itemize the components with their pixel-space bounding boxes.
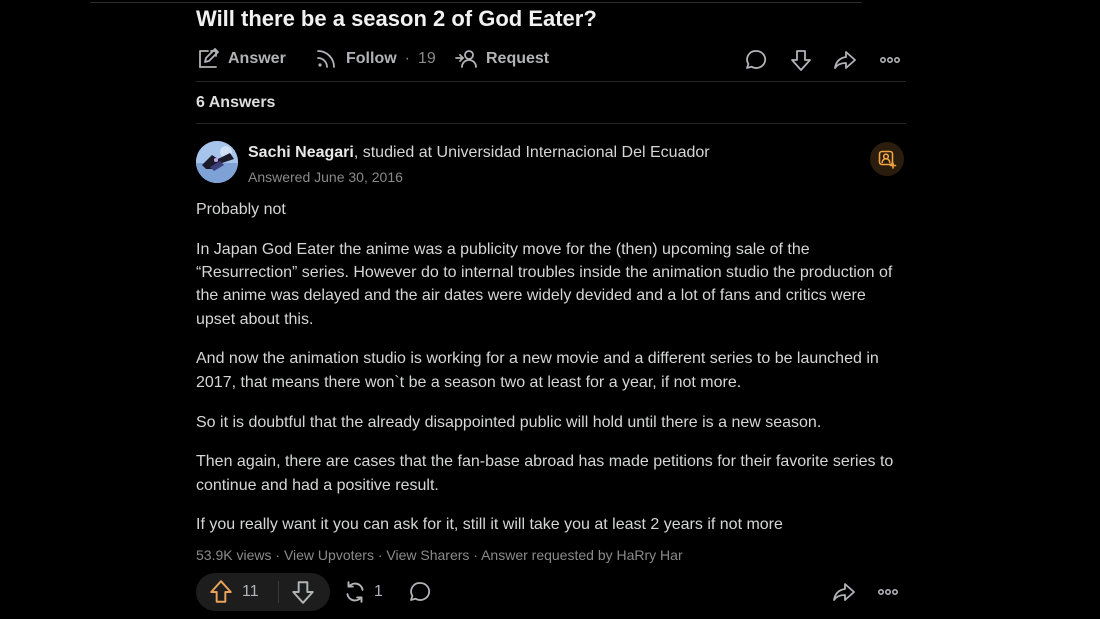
follow-count: 19 bbox=[417, 50, 436, 67]
answer-more-button[interactable] bbox=[874, 578, 902, 606]
top-divider bbox=[90, 2, 862, 3]
answer-requested-by[interactable]: Answer requested by HaRry Har bbox=[481, 547, 683, 563]
answer-stats: 53.9K views · View Upvoters · View Share… bbox=[196, 547, 683, 563]
comment-icon bbox=[744, 48, 768, 72]
vote-pill: 11 bbox=[196, 573, 330, 611]
answer-paragraph: In Japan God Eater the anime was a publi… bbox=[196, 240, 893, 328]
view-sharers-link[interactable]: View Sharers bbox=[386, 547, 469, 563]
downvote-question-button[interactable] bbox=[787, 46, 815, 74]
answered-date[interactable]: Answered June 30, 2016 bbox=[248, 169, 403, 185]
share-forward-icon bbox=[833, 48, 857, 72]
upvote-button[interactable]: 11 bbox=[208, 578, 259, 606]
answers-count: 6 Answers bbox=[196, 94, 276, 111]
follow-label: Follow bbox=[346, 50, 397, 67]
stats-separator: · bbox=[271, 547, 284, 563]
comment-icon bbox=[408, 580, 432, 604]
downvote-button[interactable] bbox=[290, 578, 316, 606]
downvote-arrow-icon bbox=[290, 579, 316, 605]
share-forward-icon bbox=[832, 580, 856, 604]
follow-button[interactable]: Follow · 19 bbox=[314, 44, 436, 74]
answer-paragraph: And now the animation studio is working … bbox=[196, 350, 879, 391]
question-title[interactable]: Will there be a season 2 of God Eater? bbox=[196, 6, 597, 32]
answer-button[interactable]: Answer bbox=[196, 44, 286, 74]
comment-button[interactable] bbox=[742, 46, 770, 74]
upvote-arrow-icon bbox=[208, 579, 234, 605]
answer-comment-button[interactable] bbox=[406, 578, 434, 606]
upvote-count: 11 bbox=[242, 583, 259, 600]
answer-paragraph: Then again, there are cases that the fan… bbox=[196, 453, 894, 494]
follow-separator: · bbox=[404, 50, 410, 67]
more-dots-icon bbox=[876, 580, 900, 604]
avatar[interactable] bbox=[196, 141, 238, 183]
views-count[interactable]: 53.9K views bbox=[196, 547, 271, 563]
divider bbox=[196, 123, 906, 124]
reshare-icon bbox=[342, 579, 368, 605]
more-dots-icon bbox=[878, 48, 902, 72]
request-button[interactable]: Request bbox=[454, 44, 549, 74]
stats-separator: · bbox=[373, 547, 387, 563]
reshare-button[interactable]: 1 bbox=[342, 578, 383, 606]
request-label: Request bbox=[486, 50, 550, 67]
answer-paragraph: So it is doubtful that the already disap… bbox=[196, 413, 822, 431]
answer-requested-badge[interactable] bbox=[870, 142, 904, 176]
downvote-arrow-icon bbox=[789, 48, 813, 72]
follow-rss-icon bbox=[314, 47, 338, 71]
answer-paragraph: If you really want it you can ask for it… bbox=[196, 516, 783, 534]
pen-square-icon bbox=[196, 47, 220, 71]
question-action-bar: Answer Follow · 19 Request bbox=[196, 44, 906, 76]
stats-separator: · bbox=[469, 547, 482, 563]
author-credential[interactable]: , studied at Universidad Internacional D… bbox=[354, 144, 710, 161]
answer-paragraph: Probably not bbox=[196, 201, 286, 218]
request-badge-icon bbox=[877, 149, 897, 169]
author-line: Sachi Neagari, studied at Universidad In… bbox=[248, 144, 710, 162]
share-question-button[interactable] bbox=[831, 46, 859, 74]
answer-body: Probably not In Japan God Eater the anim… bbox=[196, 198, 906, 553]
answer-label: Answer bbox=[228, 50, 286, 67]
vote-divider bbox=[278, 581, 279, 603]
answer-share-button[interactable] bbox=[830, 578, 858, 606]
author-name[interactable]: Sachi Neagari bbox=[248, 144, 354, 161]
question-more-button[interactable] bbox=[876, 46, 904, 74]
divider bbox=[196, 81, 906, 82]
request-person-icon bbox=[454, 47, 478, 71]
view-upvoters-link[interactable]: View Upvoters bbox=[284, 547, 374, 563]
share-count: 1 bbox=[374, 583, 383, 600]
